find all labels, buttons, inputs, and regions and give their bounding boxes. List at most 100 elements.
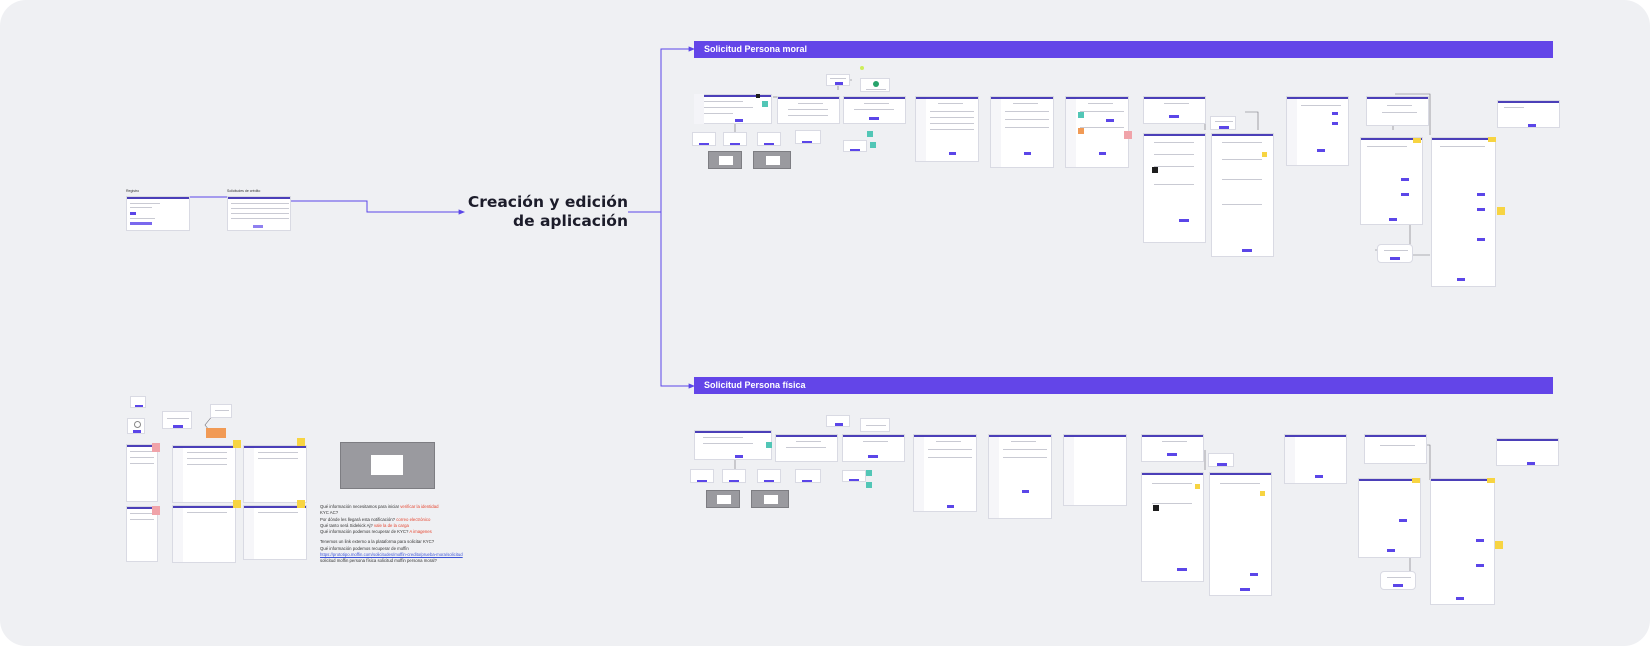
sticky-note-teal[interactable] <box>762 101 768 107</box>
frame-fisica-7[interactable] <box>1141 434 1204 462</box>
frame-moral-overlay-1[interactable] <box>708 151 742 169</box>
sticky-note-yellow[interactable] <box>1495 541 1503 549</box>
frame-fisica-5[interactable] <box>988 434 1052 519</box>
frame-bl-6[interactable] <box>243 505 307 560</box>
status-dot <box>860 66 864 70</box>
frame-fisica-12[interactable] <box>1358 478 1421 558</box>
frame-fisica-modal[interactable] <box>1208 453 1234 467</box>
sticky-note-yellow[interactable] <box>1487 478 1495 483</box>
sticky-note-teal[interactable] <box>766 442 772 448</box>
sticky-note-yellow[interactable] <box>233 500 241 508</box>
sticky-note-yellow[interactable] <box>1413 138 1421 143</box>
sticky-note-yellow[interactable] <box>1195 484 1200 489</box>
note-question-1: Qué información necesitamos para iniciar <box>320 504 400 509</box>
section-banner-moral[interactable]: Solicitud Persona moral <box>694 41 1553 58</box>
sticky-note-yellow[interactable] <box>233 440 241 448</box>
dark-thumbnail <box>756 94 760 98</box>
sticky-note-orange[interactable] <box>1078 128 1084 134</box>
section-banner-fisica[interactable]: Solicitud Persona física <box>694 377 1553 394</box>
frame-moral-10[interactable] <box>1286 96 1349 166</box>
frame-moral-7[interactable] <box>1143 96 1206 124</box>
frame-moral-4[interactable] <box>915 96 979 162</box>
frame-fisica-card-d[interactable] <box>795 469 821 483</box>
frame-fisica-4[interactable] <box>913 434 977 512</box>
frame-fisica-card-a[interactable] <box>690 469 714 483</box>
frame-moral-6[interactable] <box>1065 96 1129 168</box>
frame-moral-1[interactable] <box>694 94 772 124</box>
frame-fisica-overlay-1[interactable] <box>706 490 740 508</box>
frame-bl-2[interactable] <box>172 445 236 503</box>
note-answer-3: vale la de la carga <box>374 522 409 528</box>
frame-bl-1[interactable] <box>126 444 158 502</box>
frame-label-solicitudes: Solicitudes de crédito <box>227 189 261 193</box>
sticky-note-orange[interactable] <box>206 428 226 438</box>
frame-moral-card-d[interactable] <box>795 130 821 144</box>
board-title: Creación y edición de aplicación <box>460 193 628 231</box>
frame-moral-popup-1[interactable] <box>826 74 850 86</box>
sticky-note-teal[interactable] <box>867 131 873 137</box>
frame-mini-2[interactable] <box>127 418 145 434</box>
frame-moral-5[interactable] <box>990 96 1054 168</box>
frame-mini-3[interactable] <box>162 411 192 429</box>
frame-moral-card-a[interactable] <box>692 132 716 146</box>
frame-fisica-13[interactable] <box>1430 478 1495 605</box>
sticky-note-pink[interactable] <box>152 443 160 452</box>
note-answer-2: correo electrónico <box>396 516 431 522</box>
sticky-note-yellow[interactable] <box>1262 152 1267 157</box>
sticky-note-teal[interactable] <box>870 142 876 148</box>
frame-fisica-14[interactable] <box>1496 438 1559 466</box>
frame-fisica-card-c[interactable] <box>757 469 781 483</box>
frame-modal-overlay-large[interactable] <box>340 442 435 489</box>
research-notes: Qué información necesitamos para iniciar… <box>320 504 463 565</box>
frame-moral-3[interactable] <box>843 96 906 124</box>
sticky-note-pink[interactable] <box>1124 131 1132 139</box>
sticky-note-yellow[interactable] <box>297 500 305 508</box>
sticky-note-yellow[interactable] <box>1497 207 1505 215</box>
frame-moral-card-b[interactable] <box>723 132 747 146</box>
sticky-note-teal[interactable] <box>866 470 872 476</box>
frame-fisica-3[interactable] <box>842 434 905 462</box>
sticky-note-yellow[interactable] <box>297 438 305 446</box>
frame-solicitudes[interactable] <box>227 196 291 231</box>
frame-fisica-card-b[interactable] <box>722 469 746 483</box>
frame-fisica-overlay-2[interactable] <box>751 490 789 508</box>
frame-fisica-6[interactable] <box>1063 434 1127 506</box>
frame-moral-modal[interactable] <box>1210 116 1236 130</box>
frame-label-registro: Registro <box>126 189 140 193</box>
frame-fisica-popup-2[interactable] <box>860 418 890 432</box>
frame-moral-2[interactable] <box>777 96 840 124</box>
frame-moral-8[interactable] <box>1143 133 1206 243</box>
sticky-note-yellow[interactable] <box>1412 478 1420 483</box>
frame-fisica-success-card[interactable] <box>1380 571 1416 590</box>
title-line-1: Creación y edición <box>467 193 628 211</box>
frame-fisica-11[interactable] <box>1364 434 1427 464</box>
sticky-note-yellow[interactable] <box>1260 491 1265 496</box>
frame-fisica-popup-1[interactable] <box>826 415 850 427</box>
note-answer-1: verificar la identidad <box>400 504 439 509</box>
note-answer-4: A imagenes <box>409 529 432 535</box>
frame-bl-5[interactable] <box>172 505 236 563</box>
frame-mini-4[interactable] <box>210 404 232 418</box>
frame-bl-3[interactable] <box>243 445 307 503</box>
frame-moral-12[interactable] <box>1360 137 1423 225</box>
frame-moral-card-e[interactable] <box>843 140 867 152</box>
frame-fisica-card-e[interactable] <box>842 470 866 482</box>
frame-moral-14[interactable] <box>1497 100 1560 128</box>
frame-moral-13[interactable] <box>1431 137 1496 287</box>
frame-fisica-10[interactable] <box>1284 434 1347 484</box>
frame-moral-overlay-2[interactable] <box>753 151 791 169</box>
frame-moral-success-card[interactable] <box>1377 244 1413 263</box>
sticky-note-teal[interactable] <box>1078 112 1084 118</box>
frame-moral-card-c[interactable] <box>757 132 781 146</box>
note-question-4: Qué información podemos recuperar de KYC… <box>320 529 409 535</box>
frame-fisica-2[interactable] <box>775 434 838 462</box>
frame-moral-popup-2[interactable] <box>860 78 890 92</box>
frame-registro[interactable] <box>126 196 190 231</box>
frame-fisica-1[interactable] <box>694 430 772 460</box>
whiteboard-canvas[interactable]: Creación y edición de aplicación Solicit… <box>0 0 1650 646</box>
sticky-note-teal[interactable] <box>866 482 872 488</box>
sticky-note-pink[interactable] <box>152 506 160 515</box>
frame-moral-11[interactable] <box>1366 96 1429 126</box>
sticky-note-yellow[interactable] <box>1488 137 1496 142</box>
frame-mini-1[interactable] <box>130 396 146 408</box>
